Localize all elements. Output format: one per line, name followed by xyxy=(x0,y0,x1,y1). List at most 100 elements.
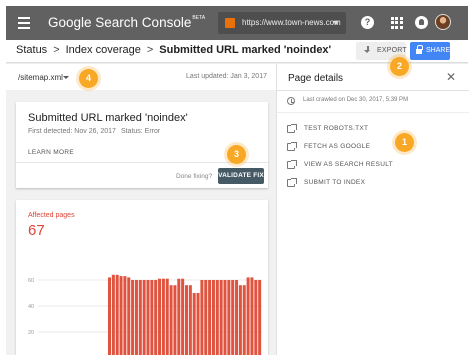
chart-bar xyxy=(119,276,123,355)
chart-bar xyxy=(181,278,185,355)
property-favicon-icon xyxy=(225,18,235,28)
view-as-search-result-action[interactable]: VIEW AS SEARCH RESULT xyxy=(287,160,427,172)
done-fixing-text: Done fixing? xyxy=(176,173,213,180)
breadcrumb-separator: > xyxy=(53,44,60,56)
chart-bar xyxy=(188,285,192,355)
page-title: Submitted URL marked 'noindex' xyxy=(159,44,332,56)
chart-bar xyxy=(134,280,138,355)
breadcrumb-index-coverage[interactable]: Index coverage xyxy=(66,44,141,56)
issue-meta: First detected: Nov 26, 2017 Status: Erro… xyxy=(28,128,160,135)
chevron-down-icon[interactable] xyxy=(63,76,69,79)
panel-title: Page details xyxy=(288,73,344,84)
chart-bar xyxy=(169,285,173,355)
search-console-screen: Google Search ConsoleBETA https://www.to… xyxy=(0,0,474,355)
apps-grid-icon[interactable] xyxy=(390,16,403,29)
chart-bar xyxy=(161,278,165,355)
chart-bar xyxy=(204,280,208,355)
chart-bar xyxy=(185,285,188,355)
sitemap-filter-row: /sitemap.xml Last updated: Jan 3, 2017 xyxy=(6,64,276,90)
clock-icon xyxy=(287,97,295,105)
y-tick-label: 60 xyxy=(28,278,34,284)
step-callout-2: 2 xyxy=(390,57,409,76)
open-external-icon xyxy=(287,160,297,169)
submit-to-index-action[interactable]: SUBMIT TO INDEX xyxy=(287,178,427,190)
chart-bar xyxy=(231,280,235,355)
first-detected-text: First detected: Nov 26, 2017 xyxy=(28,128,116,135)
chart-bar xyxy=(235,280,239,355)
app-title-text: Google Search Console xyxy=(48,15,192,30)
beta-badge: BETA xyxy=(192,15,206,21)
chart-bar xyxy=(111,274,115,355)
action-label: TEST ROBOTS.TXT xyxy=(304,125,369,132)
breadcrumb-status[interactable]: Status xyxy=(16,44,47,56)
share-button[interactable]: SHARE xyxy=(410,42,450,60)
chart-bar xyxy=(208,280,212,355)
download-icon xyxy=(364,46,371,55)
notifications-icon[interactable] xyxy=(415,16,428,29)
chart-bar xyxy=(158,278,162,355)
page-details-panel: Page details ✕ Last crawled on Dec 30, 2… xyxy=(276,64,469,355)
property-url: https://www.town-news.com xyxy=(242,18,341,27)
validate-fix-button[interactable]: VALIDATE FIX xyxy=(218,168,264,184)
menu-icon[interactable] xyxy=(18,17,30,29)
last-crawled-text: Last crawled on Dec 30, 2017, 5:39 PM xyxy=(303,97,409,103)
chart-bar xyxy=(108,277,111,355)
chart-bar xyxy=(238,285,242,355)
chart-bar xyxy=(154,280,158,355)
chart-bar xyxy=(254,280,258,355)
breadcrumb-separator: > xyxy=(146,44,154,56)
sitemap-dropdown[interactable]: /sitemap.xml xyxy=(18,73,63,82)
chart-bar xyxy=(242,285,246,355)
chart-bar xyxy=(150,280,154,355)
main-content: /sitemap.xml Last updated: Jan 3, 2017 S… xyxy=(6,64,276,355)
learn-more-link[interactable]: LEARN MORE xyxy=(28,149,74,156)
affected-pages-chart: 60 40 20 xyxy=(28,274,262,355)
affected-pages-card: Affected pages 67 60 40 20 xyxy=(16,200,268,355)
lock-icon xyxy=(416,45,423,54)
chart-bar xyxy=(211,280,215,355)
panel-divider xyxy=(277,112,469,113)
chart-bar xyxy=(250,277,254,355)
chart-bar xyxy=(165,278,169,355)
chart-bar xyxy=(142,280,146,355)
panel-divider xyxy=(277,90,469,91)
chart-bar xyxy=(219,280,223,355)
y-tick-label: 40 xyxy=(28,304,34,310)
help-icon[interactable]: ? xyxy=(361,16,374,29)
chart-bar xyxy=(196,293,200,355)
last-updated-text: Last updated: Jan 3, 2017 xyxy=(186,73,267,80)
action-label: VIEW AS SEARCH RESULT xyxy=(304,161,393,168)
chart-bar xyxy=(115,274,119,355)
property-selector[interactable]: https://www.town-news.com xyxy=(218,12,346,34)
chevron-down-icon xyxy=(333,21,339,25)
close-icon[interactable]: ✕ xyxy=(446,71,456,83)
open-external-icon xyxy=(287,142,297,151)
affected-pages-label: Affected pages xyxy=(28,212,75,219)
chart-bar xyxy=(131,280,135,355)
share-label: SHARE xyxy=(426,47,451,54)
step-callout-1: 1 xyxy=(395,133,414,152)
y-tick-label: 20 xyxy=(28,330,34,336)
open-external-icon xyxy=(287,178,297,187)
avatar[interactable] xyxy=(435,14,451,30)
chart-bar xyxy=(223,280,227,355)
chart-bar xyxy=(177,278,181,355)
chart-bar xyxy=(146,280,150,355)
breadcrumb: Status > Index coverage > Submitted URL mark… xyxy=(16,44,331,56)
status-text: Status: Error xyxy=(120,128,161,135)
step-callout-4: 4 xyxy=(79,69,98,88)
step-callout-3: 3 xyxy=(227,145,246,164)
action-label: FETCH AS GOOGLE xyxy=(304,143,371,150)
chart-bar xyxy=(123,276,127,355)
issue-title: Submitted URL marked 'noindex' xyxy=(28,112,188,124)
action-label: SUBMIT TO INDEX xyxy=(304,179,366,186)
affected-pages-count: 67 xyxy=(28,222,45,239)
app-title: Google Search ConsoleBETA xyxy=(48,15,205,30)
chart-bar xyxy=(192,293,196,355)
chart-bar xyxy=(215,280,219,355)
top-app-bar: Google Search ConsoleBETA https://www.to… xyxy=(6,6,468,40)
issue-card: Submitted URL marked 'noindex' First det… xyxy=(16,102,268,188)
chart-bar xyxy=(246,277,250,355)
open-external-icon xyxy=(287,124,297,133)
chart-bar xyxy=(200,280,204,355)
